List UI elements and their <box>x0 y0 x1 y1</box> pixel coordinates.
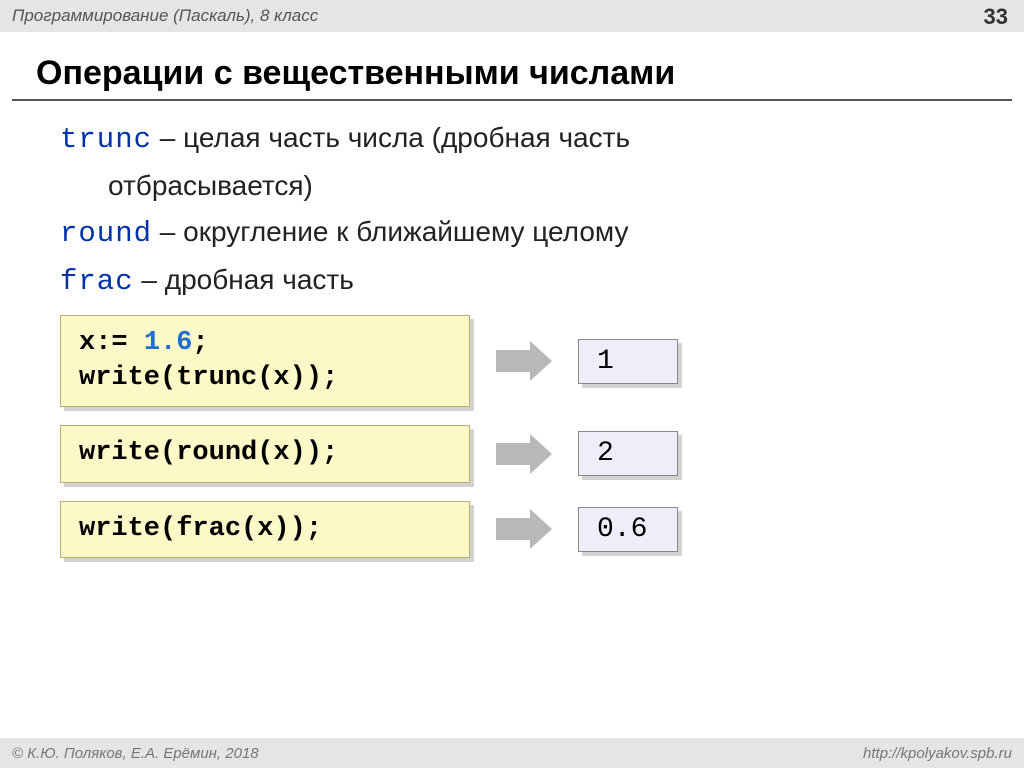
footer-copyright: © К.Ю. Поляков, Е.А. Ерёмин, 2018 <box>12 745 259 762</box>
result-box: 0.6 <box>578 507 678 552</box>
definition-frac: frac – дробная часть <box>52 261 972 301</box>
definition-text: – дробная часть <box>134 264 354 295</box>
page-title: Операции с вещественными числами <box>36 54 1024 93</box>
result-box: 1 <box>578 339 678 384</box>
keyword-trunc: trunc <box>60 123 152 156</box>
code-post: write(round(x)); <box>79 438 338 468</box>
code-pre: x:= <box>79 328 144 358</box>
header-bar: Программирование (Паскаль), 8 класс 33 <box>0 0 1024 32</box>
definition-trunc-line2: отбрасывается) <box>52 167 972 205</box>
definition-trunc: trunc – целая часть числа (дробная часть <box>52 119 972 159</box>
example-row: write(round(x)); 2 <box>60 425 972 482</box>
definition-text: – целая часть числа (дробная часть <box>152 122 630 153</box>
definition-text: – округление к ближайшему целому <box>152 216 628 247</box>
code-box-frac: write(frac(x)); <box>60 501 470 558</box>
title-underline <box>12 99 1012 101</box>
code-literal: 1.6 <box>144 328 193 358</box>
keyword-frac: frac <box>60 265 134 298</box>
footer-url: http://kpolyakov.spb.ru <box>863 745 1012 762</box>
definition-round: round – округление к ближайшему целому <box>52 213 972 253</box>
examples-container: x:= 1.6; write(trunc(x)); 1 write(round(… <box>60 315 972 557</box>
example-row: x:= 1.6; write(trunc(x)); 1 <box>60 315 972 407</box>
result-box: 2 <box>578 431 678 476</box>
content-area: trunc – целая часть числа (дробная часть… <box>0 119 1024 558</box>
footer-bar: © К.Ю. Поляков, Е.А. Ерёмин, 2018 http:/… <box>0 738 1024 768</box>
code-box-round: write(round(x)); <box>60 425 470 482</box>
header-title: Программирование (Паскаль), 8 класс <box>12 6 318 26</box>
page-number: 33 <box>984 4 1008 30</box>
code-box-trunc: x:= 1.6; write(trunc(x)); <box>60 315 470 407</box>
code-post: write(frac(x)); <box>79 514 322 544</box>
example-row: write(frac(x)); 0.6 <box>60 501 972 558</box>
keyword-round: round <box>60 217 152 250</box>
